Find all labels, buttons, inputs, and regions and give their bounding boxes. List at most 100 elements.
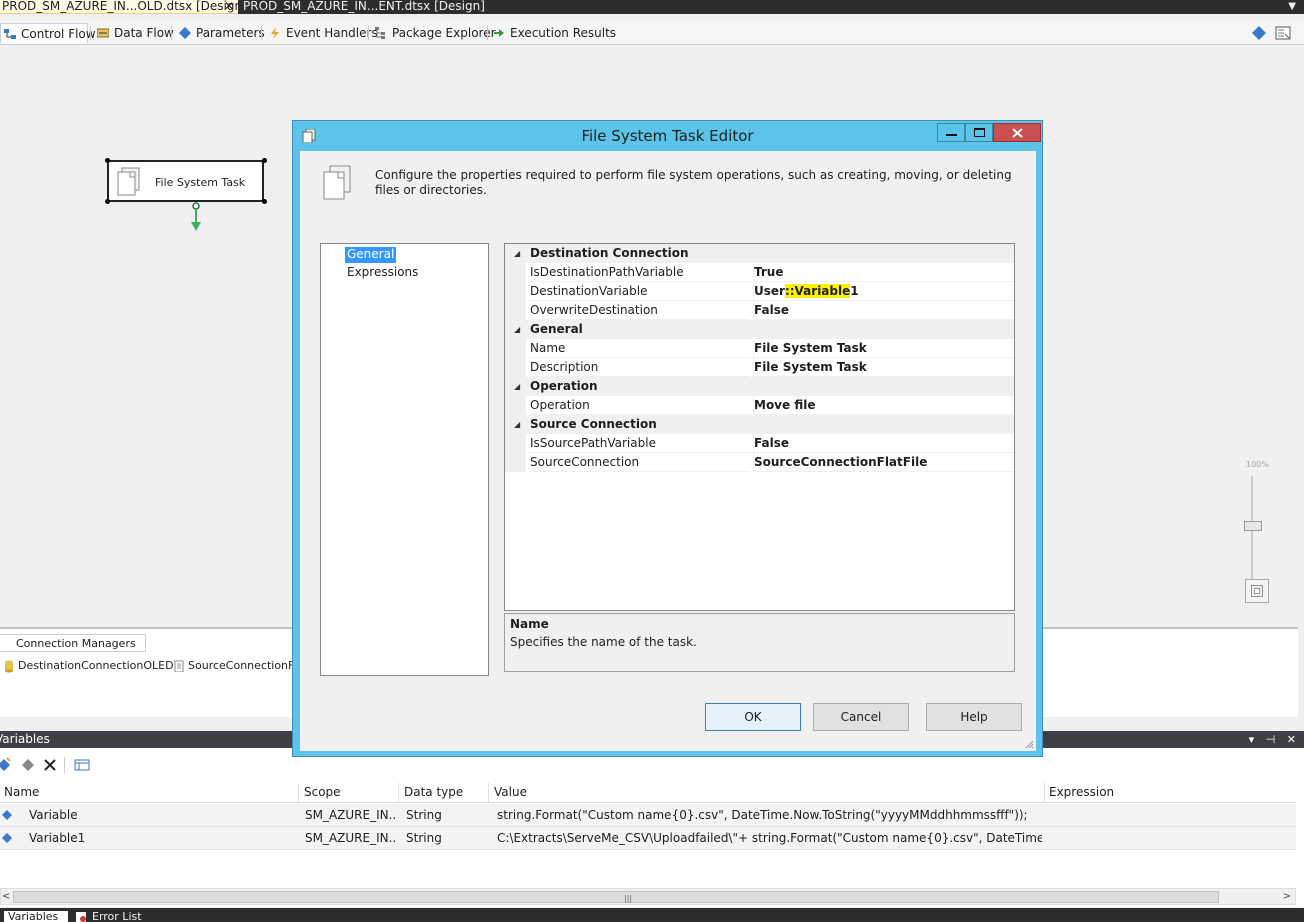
nav-item-general[interactable]: General	[345, 247, 397, 263]
property-value[interactable]: True	[753, 263, 1014, 282]
selection-handle[interactable]	[105, 158, 110, 163]
variables-window-icon[interactable]	[1275, 25, 1291, 41]
document-tab-bar: PROD_SM_AZURE_IN...OLD.dtsx [Design]* ✕ …	[0, 0, 1304, 14]
variable-name[interactable]: Variable	[29, 804, 297, 827]
close-icon[interactable]: ✕	[224, 0, 234, 13]
scroll-left-icon[interactable]: <	[2, 889, 10, 904]
collapse-icon[interactable]: ◢	[514, 320, 520, 339]
maximize-button[interactable]	[965, 123, 993, 142]
delete-icon[interactable]	[42, 757, 58, 773]
column-header-value[interactable]: Value	[490, 783, 1045, 803]
property-row[interactable]: Description File System Task	[505, 358, 1014, 377]
variable-icon	[2, 810, 12, 820]
property-grid: ◢ Destination Connection IsDestinationPa…	[504, 243, 1015, 611]
database-icon	[5, 660, 13, 673]
column-header-name[interactable]: Name	[0, 783, 299, 803]
doc-tab[interactable]: PROD_SM_AZURE_IN...ENT.dtsx [Design]	[241, 0, 501, 14]
tab-data-flow[interactable]: Data Flow	[94, 23, 174, 43]
designer-tab-bar: Control Flow Data Flow Parameters Event …	[0, 21, 1304, 45]
property-row[interactable]: IsDestinationPathVariable True	[505, 263, 1014, 282]
tab-variables[interactable]: Variables	[4, 911, 68, 922]
minimize-button[interactable]	[937, 123, 965, 142]
column-header-expression[interactable]: Expression	[1045, 783, 1296, 803]
property-value[interactable]: User::Variable1	[753, 282, 1014, 301]
highlighted-text: ::Variable	[784, 284, 851, 298]
category-destination-connection[interactable]: ◢ Destination Connection	[505, 244, 1014, 263]
collapse-icon[interactable]: ◢	[514, 377, 520, 396]
property-row[interactable]: DestinationVariable User::Variable1	[505, 282, 1014, 301]
category-source-connection[interactable]: ◢ Source Connection	[505, 415, 1014, 434]
tab-error-list[interactable]: Error List	[72, 911, 152, 922]
connection-item[interactable]: DestinationConnectionOLEDB	[0, 659, 181, 673]
ok-button[interactable]: OK	[705, 703, 801, 731]
add-variable-icon[interactable]	[0, 757, 12, 773]
property-name: Description	[530, 358, 750, 377]
collapse-icon[interactable]: ◢	[514, 415, 520, 434]
category-label: Destination Connection	[530, 246, 689, 260]
tab-dropdown-icon[interactable]: ▼	[1288, 0, 1296, 13]
help-button[interactable]: Help	[926, 703, 1022, 731]
move-variable-icon[interactable]	[20, 757, 36, 773]
resize-grip-icon[interactable]	[1024, 739, 1034, 749]
dialog-title-bar[interactable]: File System Task Editor	[293, 121, 1042, 151]
tab-label: Execution Results	[510, 26, 617, 40]
variable-value[interactable]: C:\Extracts\ServeMe_CSV\Uploadfailed\"+ …	[497, 827, 1042, 850]
nav-item-expressions[interactable]: Expressions	[345, 265, 420, 281]
variable-data-type[interactable]: String	[406, 804, 486, 827]
tab-package-explorer[interactable]: Package Explorer	[372, 23, 496, 43]
connection-managers-tab[interactable]: Connection Managers	[0, 634, 146, 652]
column-header-scope[interactable]: Scope	[300, 783, 399, 803]
property-row[interactable]: OverwriteDestination False	[505, 301, 1014, 320]
tab-execution-results[interactable]: Execution Results	[490, 23, 616, 43]
property-row[interactable]: SourceConnection SourceConnectionFlatFil…	[505, 453, 1014, 472]
scrollbar-thumb[interactable]: |||	[13, 891, 1219, 903]
variable-name[interactable]: Variable1	[29, 827, 297, 850]
close-button[interactable]	[993, 123, 1041, 142]
variable-expression[interactable]	[1050, 804, 1290, 827]
selection-handle[interactable]	[262, 199, 267, 204]
variable-expression[interactable]	[1050, 827, 1290, 850]
category-operation[interactable]: ◢ Operation	[505, 377, 1014, 396]
tab-parameters[interactable]: Parameters	[176, 23, 265, 43]
collapse-icon[interactable]: ◢	[514, 244, 520, 263]
precedence-connector-arrow[interactable]	[188, 202, 204, 234]
parameter-icon[interactable]	[1251, 25, 1267, 41]
property-row[interactable]: IsSourcePathVariable False	[505, 434, 1014, 453]
variable-value[interactable]: string.Format("Custom name{0}.csv", Date…	[497, 804, 1042, 827]
grid-options-icon[interactable]	[74, 757, 90, 773]
property-value[interactable]: SourceConnectionFlatFile	[753, 453, 1014, 472]
arrow-right-icon	[494, 29, 504, 37]
variable-data-type[interactable]: String	[406, 827, 486, 850]
variables-panel: Variables ▾ ⊣ ✕ Name Scope Data type Val…	[0, 731, 1304, 907]
property-value[interactable]: False	[753, 301, 1014, 320]
property-value[interactable]: File System Task	[753, 358, 1014, 377]
table-row[interactable]: Variable1 SM_AZURE_IN... String C:\Extra…	[0, 827, 1296, 850]
zoom-slider-thumb[interactable]	[1244, 521, 1262, 531]
scroll-right-icon[interactable]: >	[1283, 889, 1291, 904]
table-row[interactable]: Variable SM_AZURE_IN... String string.Fo…	[0, 804, 1296, 827]
connection-item[interactable]: SourceConnectionFlatFile	[170, 659, 292, 672]
category-general[interactable]: ◢ General	[505, 320, 1014, 339]
tab-control-flow[interactable]: Control Flow	[0, 23, 96, 43]
row-gutter	[505, 339, 526, 358]
panel-window-controls[interactable]: ▾ ⊣ ✕	[1249, 731, 1300, 748]
property-name: IsDestinationPathVariable	[530, 263, 750, 282]
connection-label: SourceConnectionFlatFile	[188, 659, 292, 672]
cancel-button[interactable]: Cancel	[813, 703, 909, 731]
column-header-data-type[interactable]: Data type	[400, 783, 489, 803]
file-system-task[interactable]: File System Task	[107, 160, 264, 202]
tab-event-handlers[interactable]: Event Handlers	[266, 23, 378, 43]
property-value[interactable]: Move file	[753, 396, 1014, 415]
property-row[interactable]: Operation Move file	[505, 396, 1014, 415]
zoom-to-fit-icon[interactable]	[1245, 579, 1269, 603]
property-value[interactable]: False	[753, 434, 1014, 453]
selection-handle[interactable]	[262, 158, 267, 163]
property-value[interactable]: File System Task	[753, 339, 1014, 358]
selection-handle[interactable]	[105, 199, 110, 204]
close-icon	[1012, 128, 1023, 138]
horizontal-scrollbar[interactable]: < ||| >	[0, 888, 1296, 905]
doc-tab-active[interactable]: PROD_SM_AZURE_IN...OLD.dtsx [Design]* ✕	[0, 0, 238, 14]
property-row[interactable]: Name File System Task	[505, 339, 1014, 358]
property-name: IsSourcePathVariable	[530, 434, 750, 453]
category-label: General	[530, 322, 583, 336]
